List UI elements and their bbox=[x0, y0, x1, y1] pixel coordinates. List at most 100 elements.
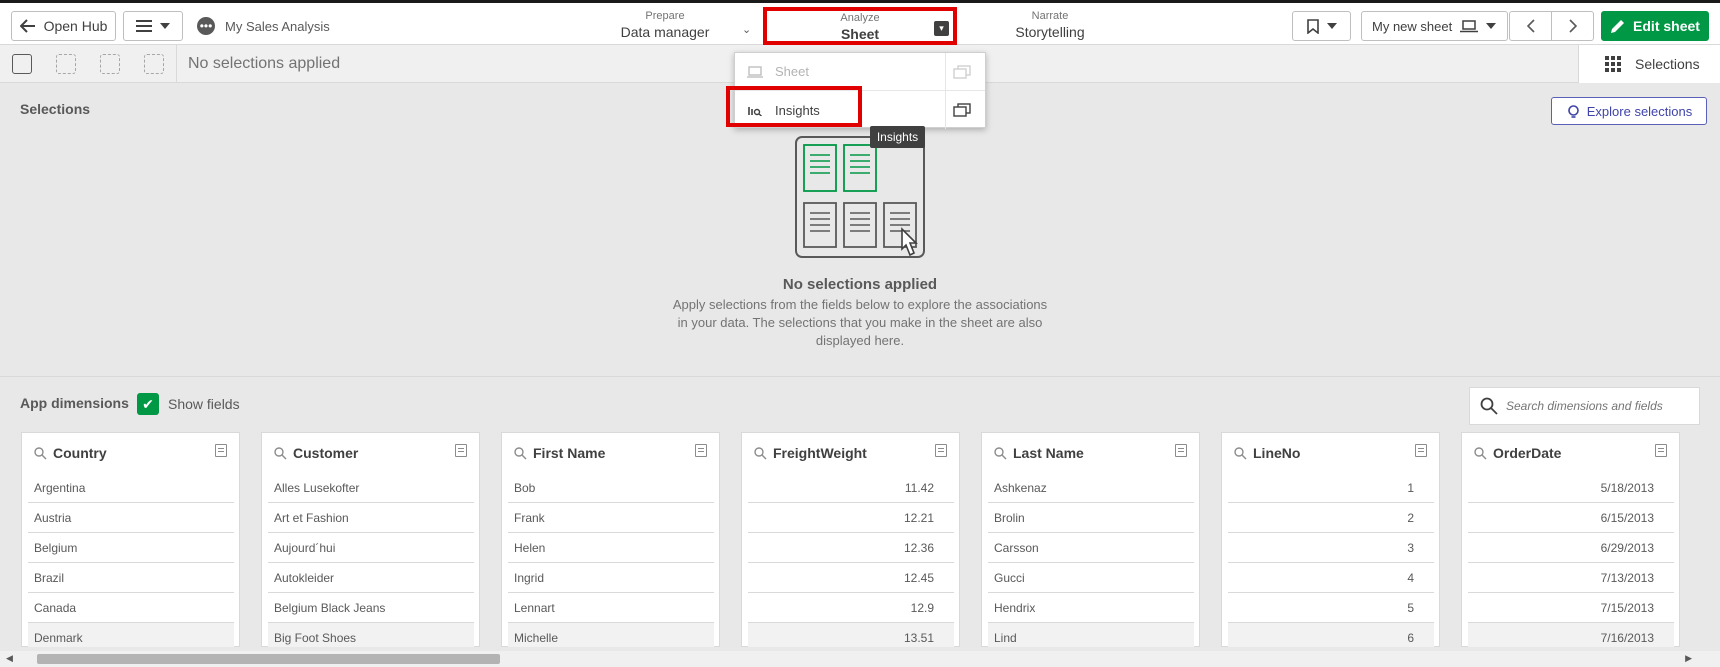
card-header[interactable]: Last Name bbox=[994, 445, 1084, 461]
list-item[interactable]: Brazil bbox=[28, 563, 234, 593]
card-menu-icon[interactable] bbox=[695, 444, 707, 457]
checkbox-checked-icon[interactable]: ✔ bbox=[137, 393, 159, 415]
list-item[interactable]: 12.36 bbox=[748, 533, 954, 563]
nav-narrate[interactable]: Narrate Storytelling bbox=[990, 9, 1110, 41]
list-item[interactable]: Gucci bbox=[988, 563, 1194, 593]
open-hub-button[interactable]: Open Hub bbox=[11, 11, 116, 41]
card-header[interactable]: FreightWeight bbox=[754, 445, 867, 461]
list-item[interactable]: 6 bbox=[1228, 623, 1434, 647]
list-item[interactable]: Autokleider bbox=[268, 563, 474, 593]
list-item[interactable]: 13.51 bbox=[748, 623, 954, 647]
dimension-card[interactable]: FreightWeight 11.42 12.21 12.36 12.45 12.9 13.… bbox=[741, 432, 960, 647]
scroll-left-icon[interactable]: ◀ bbox=[6, 653, 13, 664]
list-item[interactable]: 7/15/2013 bbox=[1468, 593, 1674, 623]
open-new-tab-icon[interactable] bbox=[953, 65, 971, 79]
dimension-card[interactable]: OrderDate 5/18/2013 6/15/2013 6/29/2013 7/13… bbox=[1461, 432, 1680, 647]
search-dimensions-input[interactable] bbox=[1506, 399, 1696, 413]
list-item[interactable]: 1 bbox=[1228, 473, 1434, 503]
smart-search-icon[interactable] bbox=[12, 54, 32, 74]
dimension-card[interactable]: Customer Alles Lusekofter Art et Fashion Au… bbox=[261, 432, 480, 647]
list-item[interactable]: Austria bbox=[28, 503, 234, 533]
list-item[interactable]: Ashkenaz bbox=[988, 473, 1194, 503]
explore-selections-button[interactable]: Explore selections bbox=[1551, 97, 1707, 125]
card-menu-icon[interactable] bbox=[935, 444, 947, 457]
list-item[interactable]: 6/29/2013 bbox=[1468, 533, 1674, 563]
section-divider bbox=[0, 376, 1720, 377]
dimension-card[interactable]: LineNo 1 2 3 4 5 6 bbox=[1221, 432, 1440, 647]
card-header[interactable]: LineNo bbox=[1234, 445, 1300, 461]
insight-bulb-icon bbox=[1567, 104, 1579, 118]
list-item[interactable]: Ingrid bbox=[508, 563, 714, 593]
list-item[interactable]: Frank bbox=[508, 503, 714, 533]
list-item[interactable]: Hendrix bbox=[988, 593, 1194, 623]
card-menu-icon[interactable] bbox=[455, 444, 467, 457]
bookmark-button[interactable] bbox=[1292, 11, 1351, 41]
list-item[interactable]: Belgium bbox=[28, 533, 234, 563]
nav-prepare[interactable]: Prepare Data manager bbox=[600, 9, 730, 41]
show-fields-toggle[interactable]: ✔ Show fields bbox=[137, 393, 240, 415]
card-header[interactable]: OrderDate bbox=[1474, 445, 1561, 461]
list-item[interactable]: 2 bbox=[1228, 503, 1434, 533]
dimension-card[interactable]: Country Argentina Austria Belgium Brazil Cana… bbox=[21, 432, 240, 647]
list-item[interactable]: Big Foot Shoes bbox=[268, 623, 474, 647]
card-menu-icon[interactable] bbox=[1415, 444, 1427, 457]
list-item[interactable]: Helen bbox=[508, 533, 714, 563]
insights-highlight bbox=[726, 86, 862, 127]
list-item[interactable]: 12.9 bbox=[748, 593, 954, 623]
next-sheet-button[interactable] bbox=[1551, 11, 1594, 41]
list-item[interactable]: 3 bbox=[1228, 533, 1434, 563]
nav-narrate-big: Storytelling bbox=[1015, 24, 1085, 40]
card-header[interactable]: First Name bbox=[514, 445, 605, 461]
explore-selections-label: Explore selections bbox=[1586, 103, 1693, 119]
global-menu-button[interactable] bbox=[123, 11, 183, 41]
list-item[interactable]: Art et Fashion bbox=[268, 503, 474, 533]
list-item[interactable]: 6/15/2013 bbox=[1468, 503, 1674, 533]
scroll-right-icon[interactable]: ▶ bbox=[1685, 653, 1692, 664]
sheet-selector[interactable]: My new sheet bbox=[1361, 11, 1508, 41]
analyze-dropdown-icon[interactable]: ▾ bbox=[934, 21, 949, 36]
list-item[interactable]: 11.42 bbox=[748, 473, 954, 503]
list-item[interactable]: 4 bbox=[1228, 563, 1434, 593]
horizontal-scrollbar[interactable]: ◀ ▶ bbox=[0, 651, 1720, 667]
search-dimensions[interactable] bbox=[1469, 387, 1700, 425]
list-item[interactable]: Lennart bbox=[508, 593, 714, 623]
list-item[interactable]: Aujourd´hui bbox=[268, 533, 474, 563]
list-item[interactable]: Denmark bbox=[28, 623, 234, 647]
previous-sheet-button[interactable] bbox=[1509, 11, 1552, 41]
dimension-card[interactable]: Last Name Ashkenaz Brolin Carsson Gucci Hendr… bbox=[981, 432, 1200, 647]
list-item[interactable]: Carsson bbox=[988, 533, 1194, 563]
app-title[interactable]: ••• My Sales Analysis bbox=[197, 17, 330, 35]
list-item[interactable]: 5 bbox=[1228, 593, 1434, 623]
scrollbar-thumb[interactable] bbox=[37, 654, 500, 664]
list-item[interactable]: Alles Lusekofter bbox=[268, 473, 474, 503]
toolbar-divider bbox=[176, 45, 177, 83]
list-item[interactable]: 5/18/2013 bbox=[1468, 473, 1674, 503]
selections-tab[interactable]: Selections bbox=[1578, 45, 1720, 83]
card-title: Country bbox=[53, 445, 107, 461]
edit-sheet-button[interactable]: Edit sheet bbox=[1601, 11, 1709, 41]
list-item[interactable]: Michelle bbox=[508, 623, 714, 647]
list-item[interactable]: 12.45 bbox=[748, 563, 954, 593]
step-back-icon[interactable] bbox=[56, 54, 76, 74]
step-forward-icon[interactable] bbox=[100, 54, 120, 74]
clear-all-icon[interactable] bbox=[144, 54, 164, 74]
list-item[interactable]: 7/13/2013 bbox=[1468, 563, 1674, 593]
dimension-card[interactable]: First Name Bob Frank Helen Ingrid Lennart Mich… bbox=[501, 432, 720, 647]
card-header[interactable]: Country bbox=[34, 445, 107, 461]
list-item[interactable]: 7/16/2013 bbox=[1468, 623, 1674, 647]
list-item[interactable]: 12.21 bbox=[748, 503, 954, 533]
card-menu-icon[interactable] bbox=[1175, 444, 1187, 457]
list-item[interactable]: Brolin bbox=[988, 503, 1194, 533]
card-menu-icon[interactable] bbox=[215, 444, 227, 457]
list-item[interactable]: Bob bbox=[508, 473, 714, 503]
card-header[interactable]: Customer bbox=[274, 445, 358, 461]
list-item[interactable]: Canada bbox=[28, 593, 234, 623]
app-dimensions-heading: App dimensions bbox=[20, 395, 129, 411]
list-item[interactable]: Belgium Black Jeans bbox=[268, 593, 474, 623]
list-item[interactable]: Argentina bbox=[28, 473, 234, 503]
open-new-tab-icon[interactable] bbox=[953, 103, 971, 117]
chevron-down-icon[interactable]: ⌄ bbox=[742, 23, 751, 36]
list-item[interactable]: Lind bbox=[988, 623, 1194, 647]
nav-analyze[interactable]: Analyze Sheet ▾ bbox=[763, 7, 957, 45]
card-menu-icon[interactable] bbox=[1655, 444, 1667, 457]
